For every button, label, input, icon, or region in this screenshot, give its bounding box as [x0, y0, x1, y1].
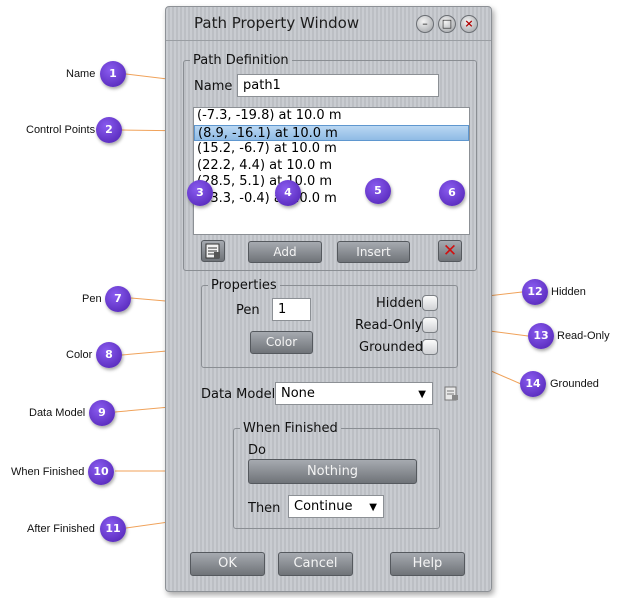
- annotation-badge-9: 9: [89, 400, 115, 426]
- title-bar: Path Property Window – □ ×: [166, 7, 491, 41]
- add-button[interactable]: Add: [248, 241, 322, 263]
- annotation-badge-8: 8: [96, 342, 122, 368]
- data-model-label: Data Model: [201, 387, 276, 402]
- path-definition-legend: Path Definition: [193, 53, 289, 68]
- data-model-properties-button[interactable]: [442, 384, 461, 403]
- grounded-checkbox[interactable]: [422, 339, 438, 355]
- callout-hidden: Hidden: [551, 286, 586, 298]
- list-item[interactable]: (-7.3, -19.8) at 10.0 m: [194, 108, 469, 125]
- annotation-badge-7: 7: [105, 286, 131, 312]
- then-label: Then: [248, 501, 281, 516]
- data-model-value: None: [281, 386, 315, 401]
- annotation-badge-6: 6: [439, 180, 465, 206]
- when-finished-legend: When Finished: [243, 421, 338, 436]
- dropdown-arrow-icon: ▼: [369, 502, 377, 513]
- annotation-badge-11: 11: [100, 516, 126, 542]
- name-input[interactable]: path1: [237, 74, 439, 97]
- control-points-list[interactable]: (-7.3, -19.8) at 10.0 m (8.9, -16.1) at …: [193, 107, 470, 235]
- readonly-checkbox[interactable]: [422, 317, 438, 333]
- callout-name: Name: [66, 68, 96, 80]
- hidden-label: Hidden: [376, 296, 423, 311]
- callout-grounded: Grounded: [550, 378, 599, 390]
- annotation-badge-13: 13: [528, 323, 554, 349]
- callout-data-model: Data Model: [29, 407, 86, 419]
- annotation-badge-10: 10: [88, 459, 114, 485]
- annotation-badge-1: 1: [100, 61, 126, 87]
- dropdown-arrow-icon: ▼: [418, 389, 426, 400]
- callout-pen: Pen: [82, 293, 102, 305]
- pen-label: Pen: [236, 303, 260, 318]
- do-label: Do: [248, 443, 266, 458]
- help-button[interactable]: Help: [390, 552, 465, 576]
- annotation-badge-12: 12: [522, 279, 548, 305]
- callout-control-points: Control Points: [26, 124, 96, 136]
- annotation-badge-2: 2: [96, 117, 122, 143]
- window-title: Path Property Window: [194, 14, 360, 32]
- list-item-selected[interactable]: (8.9, -16.1) at 10.0 m: [194, 124, 469, 141]
- annotation-badge-5: 5: [365, 178, 391, 204]
- path-property-window: Path Property Window – □ × Path Definiti…: [165, 6, 492, 592]
- minimize-icon[interactable]: –: [416, 15, 434, 33]
- ok-button[interactable]: OK: [190, 552, 265, 576]
- then-value: Continue: [294, 499, 353, 514]
- annotation-badge-14: 14: [520, 371, 546, 397]
- list-item[interactable]: (15.2, -6.7) at 10.0 m: [194, 141, 469, 158]
- grounded-label: Grounded: [359, 340, 424, 355]
- properties-legend: Properties: [211, 278, 277, 293]
- hidden-checkbox[interactable]: [422, 295, 438, 311]
- delete-point-button[interactable]: ✕: [438, 240, 462, 262]
- list-item[interactable]: (22.2, 4.4) at 10.0 m: [194, 158, 469, 175]
- callout-when-finished: When Finished: [11, 466, 85, 478]
- name-label: Name: [194, 79, 233, 94]
- callout-after-finished: After Finished: [27, 523, 95, 535]
- properties-icon: [444, 386, 458, 401]
- list-item[interactable]: (33.3, -0.4) at 10.0 m: [194, 191, 469, 208]
- color-button[interactable]: Color: [250, 331, 313, 354]
- data-model-select[interactable]: None ▼: [275, 382, 433, 405]
- annotation-badge-4: 4: [275, 180, 301, 206]
- callout-read-only: Read-Only: [557, 330, 610, 342]
- edit-point-button[interactable]: [201, 240, 225, 262]
- cancel-button[interactable]: Cancel: [278, 552, 353, 576]
- pen-input[interactable]: 1: [272, 298, 311, 321]
- close-icon[interactable]: ×: [460, 15, 478, 33]
- then-select[interactable]: Continue ▼: [288, 495, 384, 518]
- maximize-icon[interactable]: □: [438, 15, 456, 33]
- list-item[interactable]: (28.5, 5.1) at 10.0 m: [194, 174, 469, 191]
- insert-button[interactable]: Insert: [337, 241, 410, 263]
- callout-color: Color: [66, 349, 93, 361]
- delete-icon: ✕: [442, 241, 458, 261]
- annotation-badge-3: 3: [187, 180, 213, 206]
- readonly-label: Read-Only: [355, 318, 423, 333]
- do-action-button[interactable]: Nothing: [248, 459, 417, 484]
- properties-icon: [205, 243, 220, 259]
